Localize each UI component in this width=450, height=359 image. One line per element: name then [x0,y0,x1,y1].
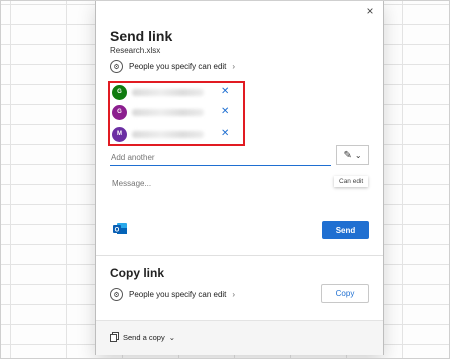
permission-label: People you specify can edit [129,290,227,299]
permission-dropdown[interactable]: ✎ ⌄ [336,145,369,165]
section-divider [96,255,383,256]
chevron-down-icon: ⌄ [354,150,362,160]
message-field[interactable] [110,177,329,211]
avatar: G [112,104,127,120]
chevron-down-icon: ⌄ [168,332,175,342]
dialog-title: Send link [110,28,173,44]
settings-icon: ⚙ [110,288,123,301]
can-edit-tooltip: Can edit [334,176,369,187]
remove-recipient-icon[interactable]: ✕ [221,128,229,139]
chevron-right-icon: › [232,62,236,71]
file-name: Research.xlsx [110,46,161,55]
permission-setting[interactable]: ⚙ People you specify can edit › [110,60,235,73]
send-button[interactable]: Send [322,221,369,239]
copy-link-title: Copy link [110,266,165,280]
close-button[interactable]: × [363,4,377,18]
avatar: M [112,126,127,142]
outlook-icon[interactable]: O [113,222,127,236]
chevron-right-icon: › [232,290,236,299]
pencil-icon: ✎ [343,149,352,161]
permission-label: People you specify can edit [129,62,227,71]
send-a-copy-label: Send a copy [123,332,165,342]
settings-icon: ⚙ [110,60,123,73]
recipient-row: G [112,104,204,120]
copy-button[interactable]: Copy [321,284,369,303]
add-recipient-input[interactable] [110,149,331,166]
remove-recipient-icon[interactable]: ✕ [221,86,229,97]
document-copy-icon [110,332,119,342]
copy-link-permission[interactable]: ⚙ People you specify can edit › [110,288,235,301]
svg-text:O: O [115,228,120,234]
avatar: G [112,84,127,100]
recipient-name-redacted [132,108,204,116]
recipient-row: M [112,126,204,142]
recipient-name-redacted [132,130,204,138]
send-a-copy-button[interactable]: Send a copy ⌄ [110,332,175,342]
remove-recipient-icon[interactable]: ✕ [221,106,229,117]
recipient-row: G [112,84,204,100]
recipient-name-redacted [132,88,204,96]
